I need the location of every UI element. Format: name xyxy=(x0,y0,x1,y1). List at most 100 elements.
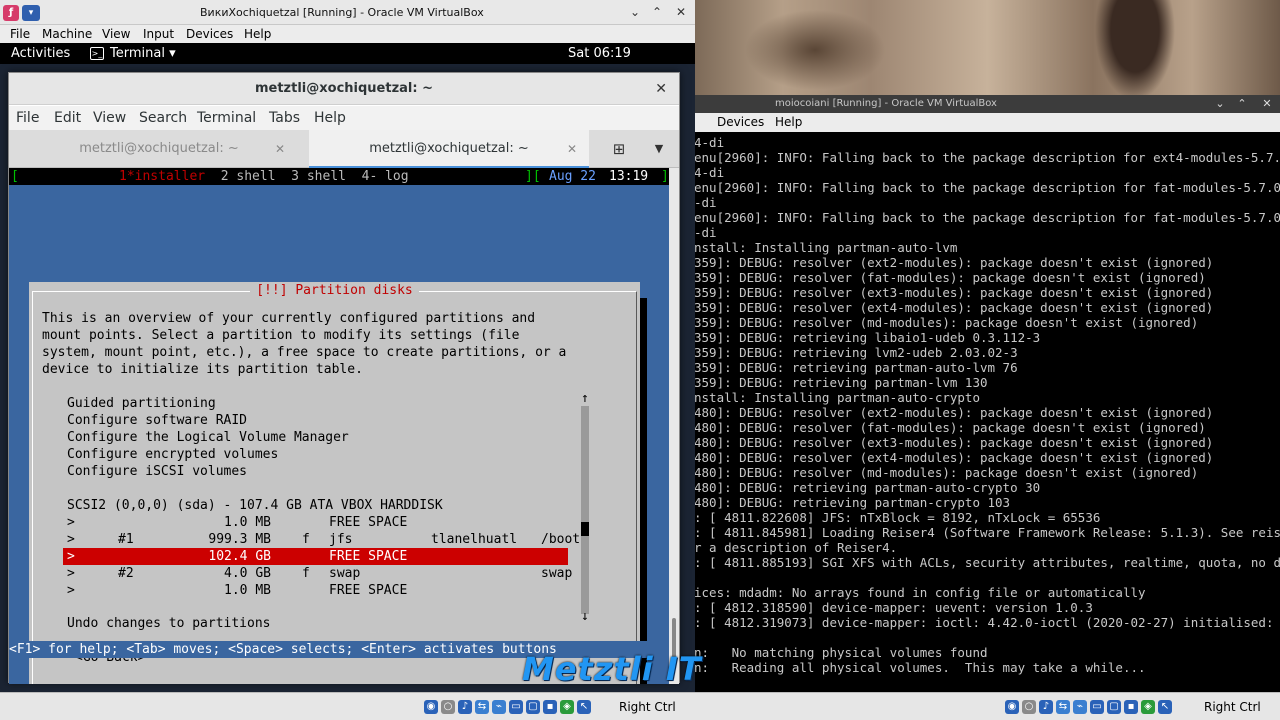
partition-marker: > xyxy=(67,583,75,598)
console-line: 480]: DEBUG: retrieving partman-crypto 1… xyxy=(695,495,1011,510)
vm2-maximize-icon[interactable]: ⌃ xyxy=(1232,95,1252,113)
hdd-icon[interactable]: ◉ xyxy=(1005,700,1019,714)
term-menu-edit[interactable]: Edit xyxy=(54,106,81,130)
scroll-up-arrow-icon[interactable]: ↑ xyxy=(581,390,589,407)
term-menu-search[interactable]: Search xyxy=(139,106,187,130)
partition-label: tlanelhuatl xyxy=(431,532,518,547)
vm1-close-icon[interactable]: ✕ xyxy=(670,0,692,25)
partition-fs: jfs xyxy=(329,532,353,547)
vm1-menu-machine[interactable]: Machine xyxy=(42,25,92,43)
app-menu-button[interactable]: Terminal ▾ xyxy=(110,43,176,64)
partition-num: #2 xyxy=(118,566,134,581)
display-icon[interactable]: ▢ xyxy=(526,700,540,714)
terminal-tabbar: metztli@xochiquetzal: ~ ✕ metztli@xochiq… xyxy=(9,130,679,168)
recording-icon[interactable]: ▪ xyxy=(543,700,557,714)
vm2-chevron-down-icon[interactable]: ⌄ xyxy=(1210,95,1230,113)
partition-fs: FREE SPACE xyxy=(329,583,408,598)
terminal-headerbar[interactable]: metztli@xochiquetzal: ~ ✕ xyxy=(9,73,679,105)
activities-button[interactable]: Activities xyxy=(11,43,70,64)
shared-folder-icon[interactable]: ▭ xyxy=(509,700,523,714)
console-line: 480]: DEBUG: resolver (ext4-modules): pa… xyxy=(695,450,1214,465)
partition-dialog: [!!] Partition disks This is an overview… xyxy=(29,282,640,684)
vm1-menu-view[interactable]: View xyxy=(102,25,130,43)
vm2-close-icon[interactable]: ✕ xyxy=(1257,95,1277,113)
recording-icon[interactable]: ▪ xyxy=(1124,700,1138,714)
option-encrypted-volumes[interactable]: Configure encrypted volumes xyxy=(67,446,574,463)
partition-size: 1.0 MB xyxy=(224,515,271,530)
disk-sda[interactable]: SCSI2 (0,0,0) (sda) - 107.4 GB ATA VBOX … xyxy=(67,497,574,514)
vm1-chevron-down-icon[interactable]: ⌄ xyxy=(624,0,646,25)
optical-drive-icon[interactable]: ○ xyxy=(1022,700,1036,714)
cpu-icon[interactable]: ◈ xyxy=(560,700,574,714)
screen-bracket-right: ] xyxy=(661,169,669,184)
scrollbar-thumb[interactable] xyxy=(581,522,589,536)
option-lvm[interactable]: Configure the Logical Volume Manager xyxy=(67,429,574,446)
option-iscsi-volumes[interactable]: Configure iSCSI volumes xyxy=(67,463,574,480)
partition-row[interactable]: > #1 999.3 MB f jfs tlanelhuatl/boot xyxy=(63,531,580,548)
display-icon[interactable]: ▢ xyxy=(1107,700,1121,714)
partition-row[interactable]: >1.0 MB FREE SPACE xyxy=(63,514,568,531)
optical-drive-icon[interactable]: ○ xyxy=(441,700,455,714)
vm1-status-icons: ◉ ○ ♪ ⇆ ⌁ ▭ ▢ ▪ ◈ ↖ xyxy=(424,698,594,716)
vm2-titlebar[interactable]: moiocoiani [Running] - Oracle VM Virtual… xyxy=(695,95,1280,113)
vm1-menu-file[interactable]: File xyxy=(10,25,30,43)
console-line: 359]: DEBUG: retrieving partman-lvm 130 xyxy=(695,375,988,390)
undo-changes[interactable]: Undo changes to partitions xyxy=(67,615,574,632)
fedora-logo-icon: ƒ xyxy=(3,5,19,21)
console-line: 359]: DEBUG: retrieving libaio1-udeb 0.3… xyxy=(695,330,1041,345)
term-menu-tabs[interactable]: Tabs xyxy=(269,106,300,130)
console-line: r a description of Reiser4. xyxy=(695,540,898,555)
network-icon[interactable]: ⇆ xyxy=(1056,700,1070,714)
vm2-status-icons: ◉ ○ ♪ ⇆ ⌁ ▭ ▢ ▪ ◈ ↖ xyxy=(1005,698,1175,716)
console-line: n: No matching physical volumes found xyxy=(695,645,988,660)
vm1-menu-input[interactable]: Input xyxy=(143,25,174,43)
terminal-content[interactable]: [ 1*installer 2 shell 3 shell 4- log ][ … xyxy=(9,168,669,684)
audio-icon[interactable]: ♪ xyxy=(458,700,472,714)
vm1-maximize-icon[interactable]: ⌃ xyxy=(646,0,668,25)
mouse-integration-icon[interactable]: ↖ xyxy=(577,700,591,714)
top-bar-clock[interactable]: Sat 06:19 xyxy=(568,43,631,64)
tab-1[interactable]: metztli@xochiquetzal: ~ ✕ xyxy=(9,130,309,168)
shared-folder-icon[interactable]: ▭ xyxy=(1090,700,1104,714)
vm2-console[interactable]: 4-di enu[2960]: INFO: Falling back to the… xyxy=(695,132,1280,692)
partition-mount: /boot xyxy=(541,532,581,547)
hdd-icon[interactable]: ◉ xyxy=(424,700,438,714)
virtualbox-menu-icon[interactable]: ▾ xyxy=(22,5,40,21)
option-guided-partitioning[interactable]: Guided partitioning xyxy=(67,395,574,412)
scroll-down-arrow-icon[interactable]: ↓ xyxy=(581,608,589,625)
new-tab-icon[interactable]: ⊞ xyxy=(599,130,639,168)
option-software-raid[interactable]: Configure software RAID xyxy=(67,412,574,429)
list-scrollbar[interactable] xyxy=(581,406,589,614)
vm2-menu-help[interactable]: Help xyxy=(775,113,802,132)
term-menu-terminal[interactable]: Terminal xyxy=(197,106,256,130)
terminal-close-icon[interactable]: ✕ xyxy=(655,73,667,105)
partition-row-selected[interactable]: >102.4 GB FREE SPACE xyxy=(63,548,568,565)
term-menu-file[interactable]: File xyxy=(16,106,39,130)
usb-icon[interactable]: ⌁ xyxy=(1073,700,1087,714)
screen-bracket-left: [ xyxy=(11,169,19,184)
dialog-intro-1: This is an overview of your currently co… xyxy=(42,311,536,326)
screen-status-line: [ 1*installer 2 shell 3 shell 4- log ][ … xyxy=(9,168,669,185)
term-menu-help[interactable]: Help xyxy=(314,106,346,130)
vm1-menu-devices[interactable]: Devices xyxy=(186,25,233,43)
tab-2-close-icon[interactable]: ✕ xyxy=(567,130,577,168)
vm2-menu-devices[interactable]: Devices xyxy=(717,113,764,132)
audio-icon[interactable]: ♪ xyxy=(1039,700,1053,714)
partition-size: 1.0 MB xyxy=(224,583,271,598)
console-line: enu[2960]: INFO: Falling back to the pac… xyxy=(695,150,1280,165)
partition-size: 102.4 GB xyxy=(208,549,271,564)
tabs-menu-chevron-down-icon[interactable]: ▼ xyxy=(641,130,677,168)
partition-row[interactable]: > #2 4.0 GB f swap swap xyxy=(63,565,572,582)
vm1-menu-help[interactable]: Help xyxy=(244,25,271,43)
partition-row[interactable]: >1.0 MB FREE SPACE xyxy=(63,582,568,599)
network-icon[interactable]: ⇆ xyxy=(475,700,489,714)
cpu-icon[interactable]: ◈ xyxy=(1141,700,1155,714)
terminal-scrollbar[interactable] xyxy=(669,168,679,684)
tab-2[interactable]: metztli@xochiquetzal: ~ ✕ xyxy=(309,130,589,168)
term-menu-view[interactable]: View xyxy=(93,106,126,130)
mouse-integration-icon[interactable]: ↖ xyxy=(1158,700,1172,714)
console-line: 4-di xyxy=(695,135,725,150)
vm1-titlebar[interactable]: ВикиXochiquetzal [Running] - Oracle VM V… xyxy=(0,0,695,25)
usb-icon[interactable]: ⌁ xyxy=(492,700,506,714)
tab-1-close-icon[interactable]: ✕ xyxy=(275,130,285,168)
